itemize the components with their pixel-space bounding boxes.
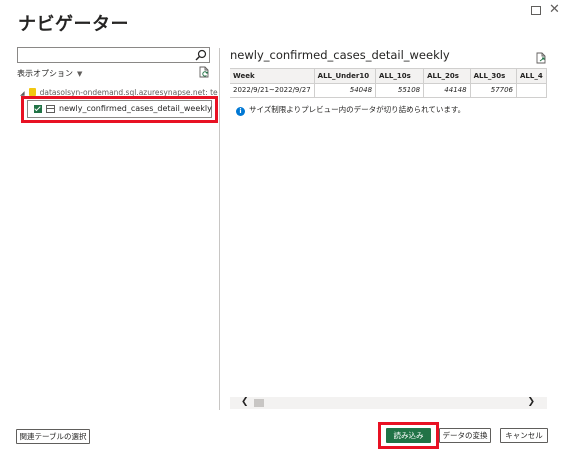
close-icon[interactable]: ✕ [549,2,560,17]
info-icon: i [236,107,245,116]
tree-item-table[interactable]: newly_confirmed_cases_detail_weekly [27,100,212,118]
truncation-notice: i サイズ制限よりプレビュー内のデータが切り詰められています。 [236,104,465,116]
table-icon [46,105,55,113]
table-row: 2022/9/21~2022/9/27 54048 55108 44148 57… [230,83,547,97]
column-header[interactable]: ALL_10s [375,69,425,84]
load-button[interactable]: 読み込み [386,428,431,443]
source-label: datasolsyn-ondemand.sql.azuresynapse.net… [39,88,218,97]
select-related-tables-button[interactable]: 関連テーブルの選択 [16,429,90,444]
export-icon[interactable] [536,52,547,64]
table-cell: 54048 [314,83,377,97]
column-header[interactable]: ALL_Under10 [314,69,377,84]
database-icon [28,88,36,96]
horizontal-scrollbar[interactable]: ❮ ❯ [230,397,547,409]
table-cell: 57706 [470,83,518,97]
search-icon[interactable] [195,49,207,61]
column-header[interactable]: ALL_20s [423,69,471,84]
preview-table: Week ALL_Under10 ALL_10s ALL_20s ALL_30s… [230,69,547,97]
scrollbar-thumb[interactable] [254,399,264,407]
table-checkbox[interactable] [34,105,42,113]
tree-item-label: newly_confirmed_cases_detail_weekly [59,104,212,113]
search-box[interactable] [17,47,210,68]
column-header[interactable]: ALL_30s [470,69,518,84]
window-title: ナビゲーター [18,14,129,35]
display-options-menu[interactable]: 表示オプション ▼ [17,68,82,79]
column-header[interactable]: ALL_4 [516,69,547,84]
notice-text: サイズ制限よりプレビュー内のデータが切り詰められています。 [249,105,466,114]
table-cell: 44148 [423,83,471,97]
search-input[interactable] [18,53,193,68]
scroll-left-icon[interactable]: ❮ [241,397,249,407]
table-cell: 2022/9/21~2022/9/27 [230,83,315,97]
table-cell [516,83,547,97]
expand-arrow-icon[interactable]: ◢ [20,90,25,97]
scroll-right-icon[interactable]: ❯ [527,397,535,407]
preview-title: newly_confirmed_cases_detail_weekly [230,48,450,62]
panel-divider[interactable] [219,48,220,410]
transform-data-button[interactable]: データの変換 [439,428,491,443]
chevron-down-icon: ▼ [77,70,83,78]
tree-source-node[interactable]: ◢ datasolsyn-ondemand.sql.azuresynapse.ne… [20,88,218,97]
refresh-icon[interactable] [198,66,210,78]
maximize-icon[interactable] [531,6,541,15]
preview-grid: Week ALL_Under10 ALL_10s ALL_20s ALL_30s… [230,68,547,98]
column-header[interactable]: Week [230,69,315,84]
table-cell: 55108 [375,83,425,97]
cancel-button[interactable]: キャンセル [500,428,548,443]
display-options-label: 表示オプション [17,69,73,78]
header-row: Week ALL_Under10 ALL_10s ALL_20s ALL_30s… [230,69,547,84]
